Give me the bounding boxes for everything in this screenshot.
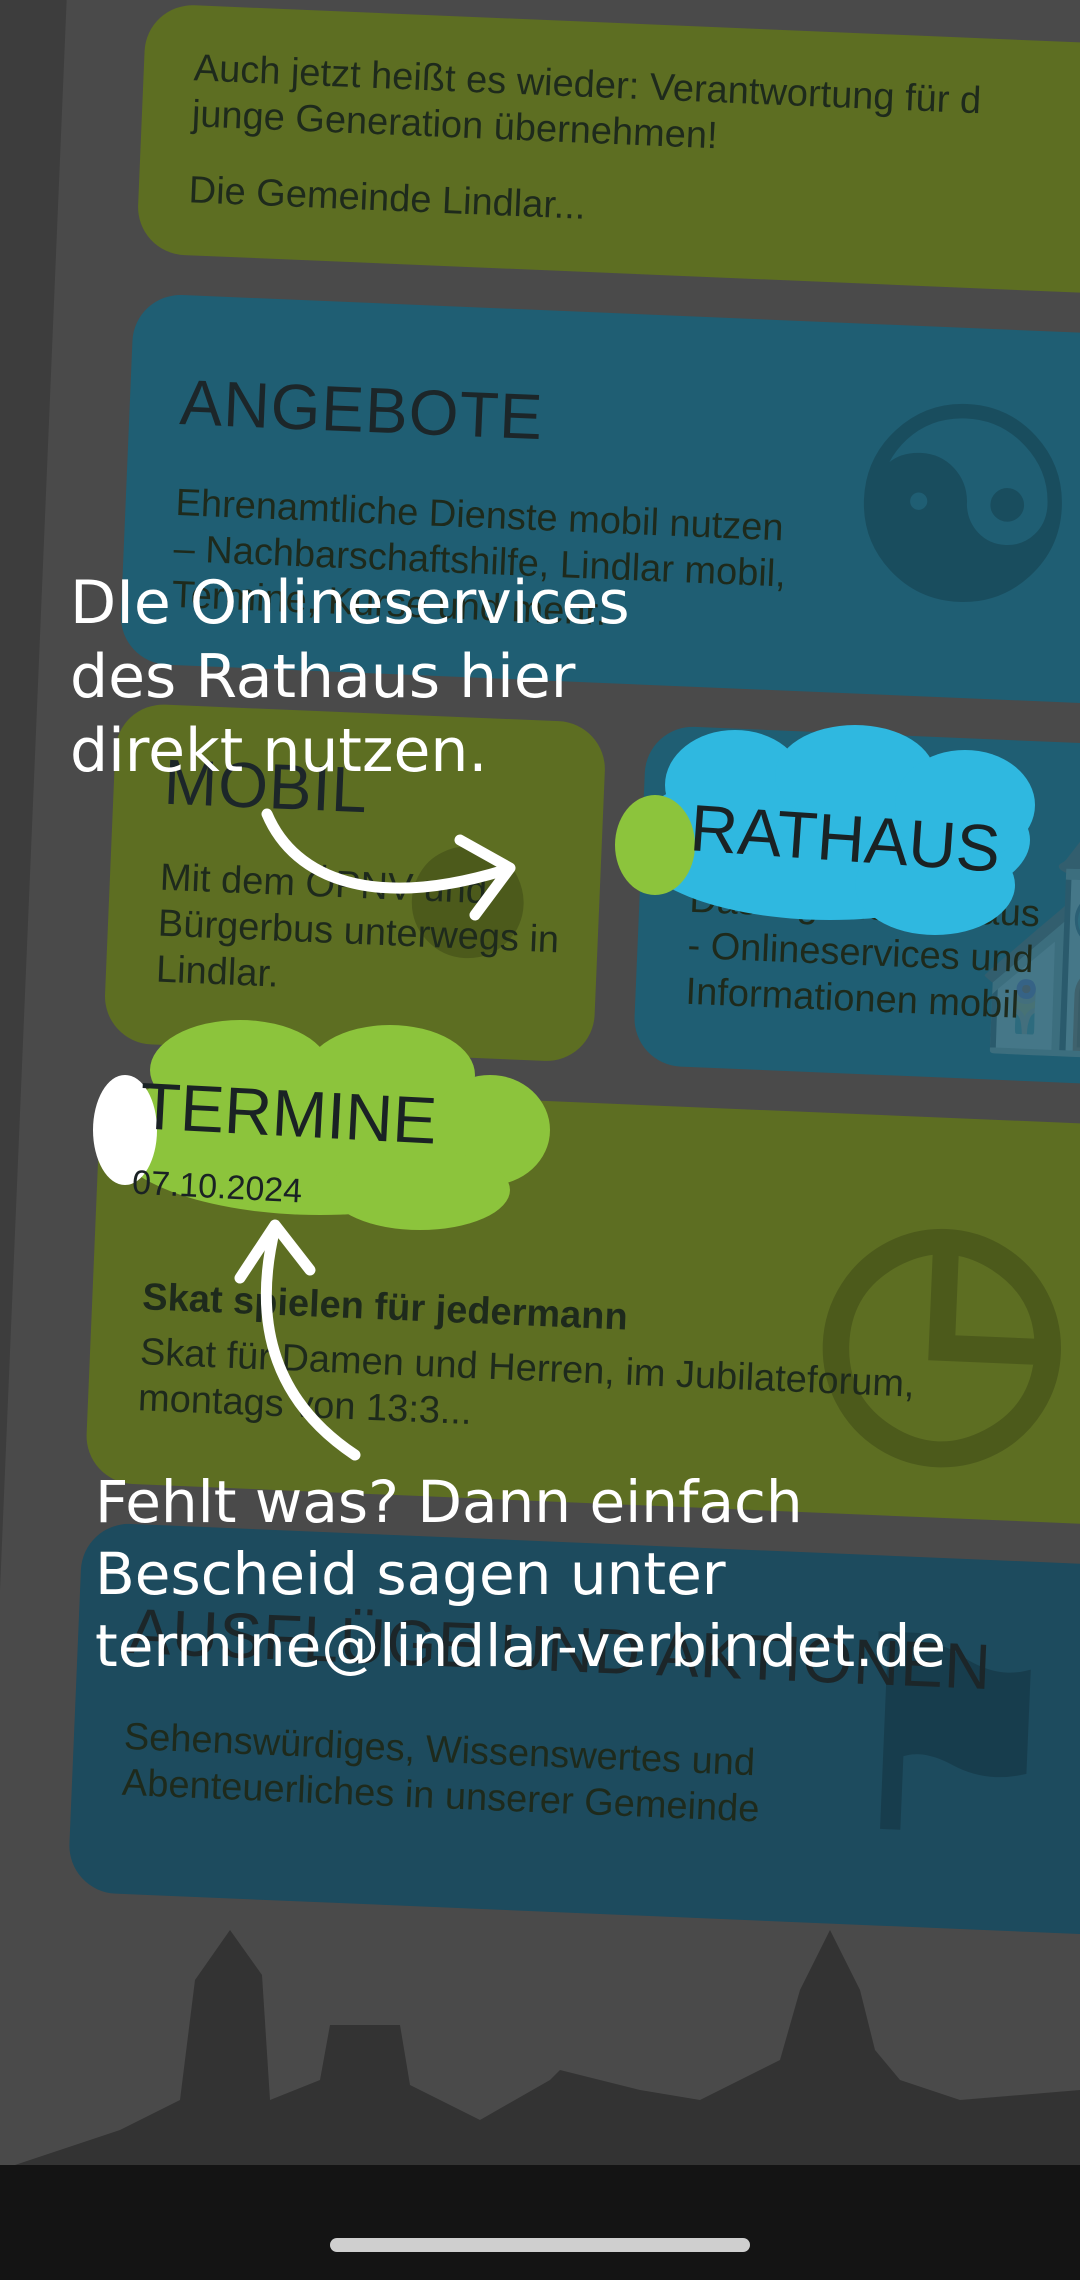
termine-event-title: Skat spielen für jedermann [141,1276,629,1339]
arrow-to-termine-icon [234,1219,361,1461]
arrow-to-rathaus-icon [261,808,516,921]
handshake-icon: ☯ [840,359,1080,659]
promo-screen: Auch jetzt heißt es wieder: Verantwortun… [0,0,1080,2280]
rathaus-callout-line2: des Rathaus hier [70,642,576,712]
intro-card[interactable]: Auch jetzt heißt es wieder: Verantwortun… [136,3,1080,300]
clock-icon: ◷ [805,1148,1080,1496]
intro-text-line3: Die Gemeinde Lindlar... [187,169,587,228]
rathaus-callout-line1: DIe Onlineservices [70,568,630,638]
home-indicator[interactable] [330,2238,750,2252]
rathaus-callout-line3: direkt nutzen. [70,716,488,786]
termine-callout-line2: Bescheid sagen unter [95,1540,726,1608]
mobil-text-line3: Lindlar. [155,948,280,996]
termine-callout-line1: Fehlt was? Dann einfach [95,1468,803,1536]
angebote-title: ANGEBOTE [178,366,545,454]
termine-title: TERMINE [138,1068,439,1158]
termine-callout-line3: termine@lindlar-verbindet.de [95,1612,946,1680]
navigation-bar [0,2165,1080,2280]
